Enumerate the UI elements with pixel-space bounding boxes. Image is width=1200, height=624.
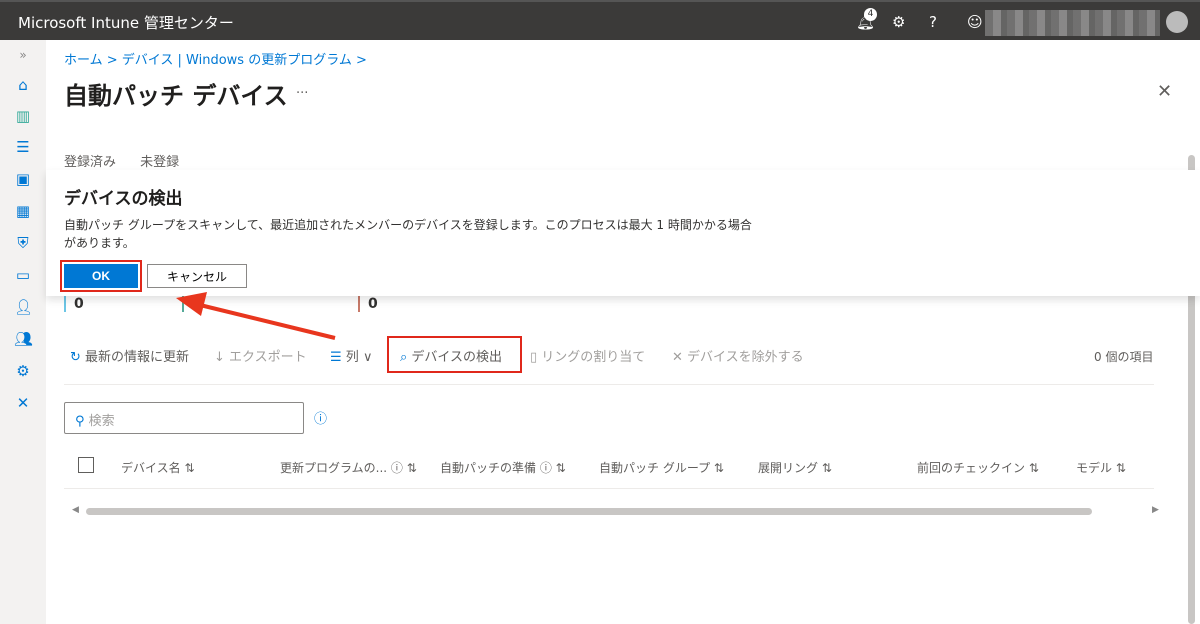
select-all-checkbox[interactable] — [78, 457, 94, 473]
close-icon[interactable]: ✕ — [1157, 81, 1172, 102]
annotation-arrow — [176, 292, 336, 340]
troubleshooting-icon[interactable]: ✕ — [14, 394, 32, 412]
column-header-last-checkin[interactable]: 前回のチェックイン ⇅ — [917, 459, 1039, 476]
horizontal-scrollbar[interactable] — [86, 508, 1092, 515]
remove-label: デバイスを除外する — [687, 350, 804, 365]
assign-ring-label: リングの割り当て — [541, 350, 646, 365]
scroll-right-icon[interactable]: ▶ — [1152, 505, 1159, 515]
search-icon: ⚲ — [75, 414, 85, 429]
column-header-group[interactable]: 自動パッチ グループ ⇅ — [599, 459, 724, 476]
column-header-readiness[interactable]: 自動パッチの準備 ⓘ ⇅ — [440, 459, 566, 476]
help-icon[interactable]: ? — [929, 13, 937, 31]
search-input[interactable]: ⚲ 検索 — [64, 402, 304, 434]
remove-devices-button[interactable]: ✕ デバイスを除外する — [672, 346, 804, 365]
tenant-admin-icon[interactable]: ⚙ — [14, 362, 32, 380]
document-icon: ▯ — [530, 350, 538, 365]
divider — [64, 384, 1154, 385]
info-icon[interactable]: ⓘ — [314, 408, 327, 427]
column-header-device-name[interactable]: デバイス名 ⇅ — [121, 459, 195, 476]
highlight-box — [387, 336, 522, 373]
divider — [64, 488, 1154, 489]
column-header-model[interactable]: モデル ⇅ — [1076, 459, 1126, 476]
assign-ring-button[interactable]: ▯ リングの割り当て — [530, 346, 645, 365]
search-placeholder: 検索 — [88, 414, 115, 429]
gear-icon[interactable]: ⚙ — [892, 13, 905, 31]
x-icon: ✕ — [672, 350, 683, 365]
avatar[interactable] — [1166, 11, 1188, 33]
notification-badge: 4 — [864, 8, 877, 21]
column-header-ring[interactable]: 展開リング ⇅ — [758, 459, 832, 476]
column-header-update-status[interactable]: 更新プログラムの... ⓘ ⇅ — [280, 459, 417, 476]
scroll-left-icon[interactable]: ◀ — [72, 505, 79, 515]
item-count: 0 個の項目 — [1094, 350, 1154, 364]
feedback-icon[interactable]: ☺ — [967, 13, 983, 31]
account-name-blurred[interactable] — [985, 10, 1160, 36]
